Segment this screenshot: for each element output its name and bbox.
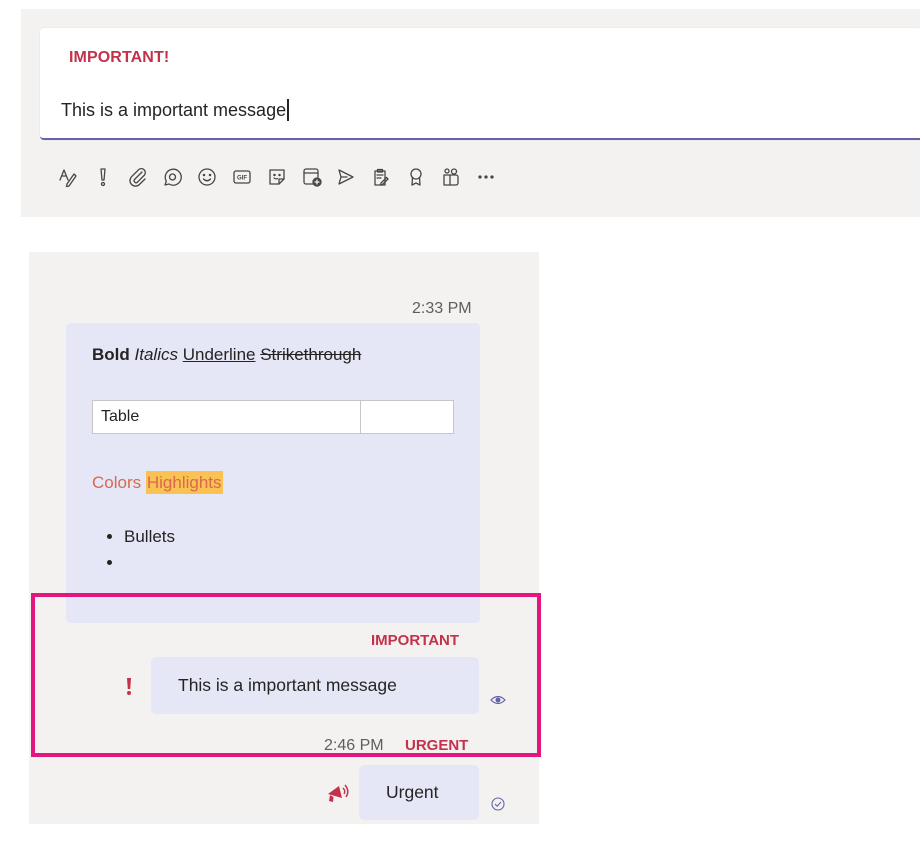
emoji-icon xyxy=(198,168,216,186)
bold-text: Bold xyxy=(92,345,130,364)
more-options-button[interactable] xyxy=(469,160,503,194)
compose-box[interactable]: IMPORTANT! This is a important message xyxy=(40,28,920,140)
svg-text:GIF: GIF xyxy=(237,176,247,182)
format-button[interactable] xyxy=(51,160,85,194)
schedule-meeting-icon xyxy=(302,168,322,187)
format-icon xyxy=(59,169,77,188)
formatted-text-line: Bold Italics Underline Strikethrough xyxy=(92,345,361,365)
message-input-text: This is a important message xyxy=(61,99,287,120)
underline-text: Underline xyxy=(182,345,256,364)
message-text: Urgent xyxy=(386,782,439,802)
praise-button[interactable] xyxy=(399,160,433,194)
list-item: Bullets xyxy=(124,524,175,550)
list-item xyxy=(124,550,175,576)
table-cell: Table xyxy=(92,400,361,434)
urgent-message-bubble[interactable]: Urgent xyxy=(359,765,479,820)
delivery-options-button[interactable] xyxy=(86,160,120,194)
notes-icon xyxy=(374,168,389,186)
emoji-button[interactable] xyxy=(190,160,224,194)
compose-panel: IMPORTANT! This is a important message G… xyxy=(21,9,920,217)
praise-icon xyxy=(410,168,422,186)
bullet-list: Bullets xyxy=(124,524,175,576)
italic-text: Italics xyxy=(134,345,178,364)
table-cell-empty xyxy=(360,400,454,434)
strikethrough-text: Strikethrough xyxy=(260,345,362,364)
loop-icon xyxy=(164,168,183,186)
gif-icon: GIF xyxy=(233,170,251,184)
text-caret xyxy=(287,99,289,121)
more-options-icon xyxy=(477,175,494,179)
gif-button[interactable]: GIF xyxy=(225,160,259,194)
sticker-icon xyxy=(269,169,285,185)
importance-label: IMPORTANT! xyxy=(69,49,170,66)
message-input[interactable]: This is a important message xyxy=(61,99,289,121)
message-timestamp: 2:33 PM xyxy=(412,300,472,317)
compose-toolbar: GIF xyxy=(51,157,503,197)
annotation-highlight-box xyxy=(31,593,541,757)
sticker-button[interactable] xyxy=(260,160,294,194)
stream-button[interactable] xyxy=(329,160,363,194)
urgent-icon xyxy=(328,784,349,802)
colored-text: Colors xyxy=(92,473,142,492)
delivered-icon xyxy=(491,797,505,811)
importance-icon xyxy=(100,168,106,187)
notes-button[interactable] xyxy=(364,160,398,194)
rich-text-message[interactable]: Bold Italics Underline Strikethrough Tab… xyxy=(66,323,480,623)
highlighted-text: Highlights xyxy=(145,471,223,494)
message-table: Table xyxy=(92,400,454,434)
loop-button[interactable] xyxy=(155,160,189,194)
app-icon xyxy=(443,168,459,186)
colors-line: Colors Highlights xyxy=(92,471,223,494)
schedule-meeting-button[interactable] xyxy=(295,160,329,194)
attach-icon xyxy=(128,168,146,187)
app-button[interactable] xyxy=(434,160,468,194)
attach-button[interactable] xyxy=(121,160,155,194)
stream-icon xyxy=(338,169,355,185)
